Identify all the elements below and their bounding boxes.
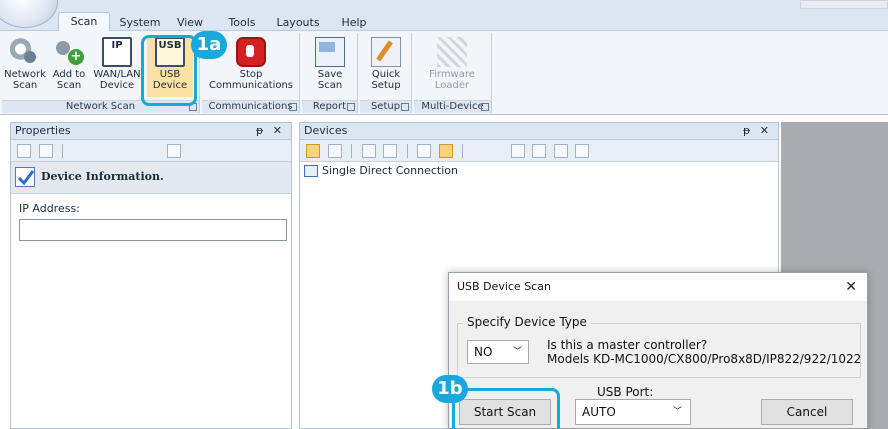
save-scan-label: Save Scan [317, 69, 343, 91]
firmware-loader-icon [437, 37, 467, 67]
tab-view[interactable]: View [170, 14, 210, 31]
callout-1a-badge: 1a [191, 31, 227, 59]
ip-device-icon: IP [102, 37, 132, 67]
single-direct-connection-label: Single Direct Connection [322, 164, 458, 177]
chevron-down-icon: ﹀ [672, 407, 682, 417]
toolbar-separator [406, 144, 408, 158]
ip-address-field[interactable] [19, 219, 287, 241]
application-orb-button[interactable] [0, 0, 58, 28]
ip-icon[interactable] [417, 144, 431, 158]
master-controller-prompt: Is this a master controller? Models KD-M… [547, 338, 861, 366]
toolbar-separator [351, 144, 352, 158]
corner-thumbnail [800, 0, 888, 9]
direct-connection-icon [304, 165, 318, 177]
communications-launcher-icon[interactable] [289, 103, 297, 111]
tree-view-icon[interactable] [306, 144, 320, 158]
usb-port-value: AUTO [582, 405, 616, 419]
properties-title: Properties [15, 124, 71, 137]
multi-device-launcher-icon[interactable] [481, 103, 489, 111]
setup-launcher-icon[interactable] [401, 103, 409, 111]
tab-help[interactable]: Help [336, 14, 372, 31]
properties-pin-close-icons[interactable]: ᵽ ✕ [256, 123, 285, 139]
refresh-icon[interactable] [553, 144, 568, 158]
save-scan-icon [315, 37, 345, 67]
stop-communications-label: Stop Communications [208, 69, 294, 91]
dialog-title-bar: USB Device Scan [449, 273, 867, 301]
properties-panel: Properties ᵽ ✕ Device Information. IP Ad… [10, 122, 292, 429]
callout-1a-highlight [141, 35, 197, 106]
categorized-icon[interactable] [17, 144, 31, 158]
usb-port-select[interactable]: AUTO ﹀ [575, 399, 691, 425]
ribbon: Network Scan Add to Scan IP WAN/LAN Devi… [0, 31, 888, 115]
device-type-value: NO [474, 345, 493, 359]
tab-tools[interactable]: Tools [220, 14, 264, 31]
toolbar-separator [462, 144, 463, 158]
edit-icon[interactable] [532, 144, 546, 158]
report-launcher-icon[interactable] [347, 103, 355, 111]
usb-port-label: USB Port: [597, 385, 654, 399]
wan-lan-device-label: WAN/LAN Device [93, 69, 141, 91]
group-label-multi-device: Multi-Device [414, 100, 491, 113]
add-to-scan-label: Add to Scan [52, 69, 86, 91]
devices-title-bar: Devices ᵽ ✕ [300, 123, 778, 140]
alphabetical-icon[interactable] [38, 144, 53, 158]
grid-view-icon[interactable] [327, 144, 342, 158]
add-to-scan-icon [54, 37, 84, 67]
usb-icon[interactable] [438, 144, 453, 158]
toolbar-separator [62, 144, 63, 158]
checkmark-icon [15, 167, 35, 187]
add-to-scan-button[interactable]: Add to Scan [48, 35, 90, 97]
dialog-title: USB Device Scan [457, 280, 551, 293]
group-setup: Quick Setup Setup [360, 33, 412, 113]
devices-pin-close-icons[interactable]: ᵽ ✕ [743, 123, 772, 139]
devices-title: Devices [304, 124, 348, 137]
group-title: Specify Device Type [463, 315, 591, 329]
quick-setup-icon [371, 37, 401, 67]
properties-title-bar: Properties ᵽ ✕ [11, 123, 291, 140]
group-multi-device: Firmware Loader Multi-Device [414, 33, 492, 113]
device-type-select[interactable]: NO ﹀ [467, 340, 529, 364]
stop-icon [236, 37, 266, 67]
tab-scan[interactable]: Scan [58, 12, 110, 32]
firmware-loader-label: Firmware Loader [429, 69, 475, 91]
close-icon[interactable]: ✕ [845, 273, 857, 301]
group-label-communications: Communications [202, 100, 299, 113]
ip-address-label: IP Address: [19, 202, 80, 215]
devices-toolbar [300, 140, 778, 162]
models-text: Models KD-MC1000/CX800/Pro8x8D/IP822/922… [547, 352, 862, 366]
properties-view-icon[interactable] [510, 144, 525, 158]
network-scan-icon [10, 37, 40, 67]
properties-toolbar [11, 140, 291, 162]
device-information-label: Device Information. [41, 170, 164, 183]
save-scan-button[interactable]: Save Scan [306, 35, 354, 97]
callout-1b-highlight [452, 388, 560, 429]
ip-address-section: IP Address: [11, 194, 291, 241]
callout-1b-badge: 1b [432, 375, 468, 403]
chevron-down-icon: ﹀ [512, 347, 522, 357]
quick-setup-button[interactable]: Quick Setup [364, 35, 408, 97]
device-information-header: Device Information. [11, 162, 291, 194]
question-text: Is this a master controller? [547, 338, 708, 352]
export-icon[interactable] [575, 144, 589, 158]
tab-system[interactable]: System [114, 14, 166, 31]
tab-layouts[interactable]: Layouts [272, 14, 324, 31]
network-icon[interactable] [361, 144, 376, 158]
add-network-icon[interactable] [383, 144, 397, 158]
quick-setup-label: Quick Setup [371, 69, 401, 91]
group-report: Save Scan Report [302, 33, 358, 113]
network-scan-label: Network Scan [4, 69, 46, 91]
cancel-button[interactable]: Cancel [761, 399, 853, 425]
network-scan-button[interactable]: Network Scan [4, 35, 46, 97]
menu-bar: Scan System View Tools Layouts Help [0, 0, 888, 32]
wan-lan-device-button[interactable]: IP WAN/LAN Device [92, 35, 142, 97]
app-window: Scan System View Tools Layouts Help Netw… [0, 0, 888, 429]
list-item[interactable]: Single Direct Connection [300, 162, 778, 182]
property-pages-icon[interactable] [166, 144, 181, 158]
firmware-loader-button[interactable]: Firmware Loader [420, 35, 484, 97]
